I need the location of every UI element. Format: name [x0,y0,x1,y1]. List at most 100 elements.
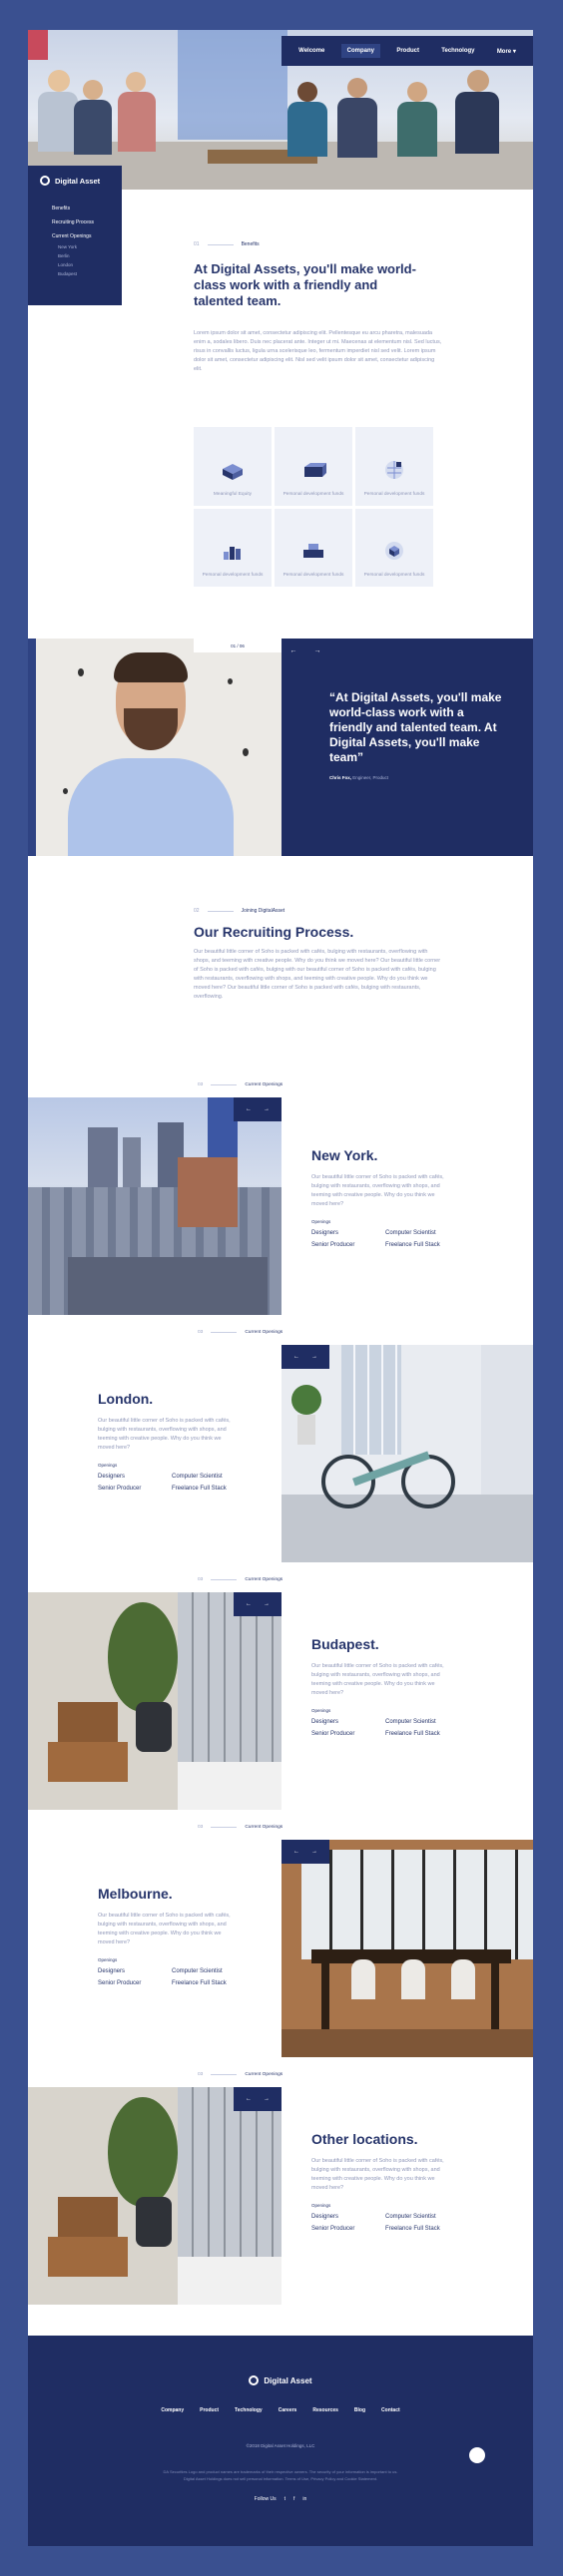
footer-link-technology[interactable]: Technology [235,2407,263,2413]
top-nav: Welcome Company Product Technology More … [282,36,533,66]
sidebar-sub-london[interactable]: London [58,262,122,267]
london-photo [282,1345,533,1562]
crumb-number: 03 [198,1082,204,1087]
benefit-label: Personal development funds [363,491,425,497]
nav-welcome[interactable]: Welcome [292,44,330,58]
role-link[interactable]: Designers [311,1719,385,1725]
melbourne-arrows: ← → [282,1840,329,1864]
arrow-right-icon[interactable]: → [305,639,329,662]
footer-copyright: ©2018 Digital Asset Holdings, LLC [246,2443,315,2448]
role-link[interactable]: Senior Producer [311,1731,385,1737]
footer-link-careers[interactable]: Careers [279,2407,297,2413]
role-link[interactable]: Senior Producer [311,1242,385,1248]
arrow-left-icon[interactable]: ← [246,1106,252,1112]
equity-icon [223,463,243,480]
pager-count: 01 / 06 [194,639,282,652]
intro-body: Lorem ipsum dolor sit amet, consectetur … [194,330,442,372]
arrow-left-icon[interactable]: ← [282,639,305,662]
openings-label: Openings [311,2203,331,2208]
role-link[interactable]: Senior Producer [311,2226,385,2232]
roles-list: Designers Computer Scientist Senior Prod… [98,1474,246,1492]
role-link[interactable]: Computer Scientist [172,1474,246,1480]
footer-social: Follow Us t f in [28,2496,533,2502]
role-link[interactable]: Computer Scientist [385,1230,459,1236]
recruiting-title: Our Recruiting Process. [194,924,354,940]
scroll-top-button[interactable] [469,2447,485,2463]
role-link[interactable]: Freelance Full Stack [172,1980,246,1986]
linkedin-icon[interactable]: in [302,2496,306,2502]
role-link[interactable]: Computer Scientist [385,1719,459,1725]
role-link[interactable]: Freelance Full Stack [385,1242,459,1248]
footer-brand[interactable]: Digital Asset [28,2375,533,2385]
logo-icon [40,176,50,186]
role-link[interactable]: Freelance Full Stack [385,2226,459,2232]
author-name: Chris Fox, [329,775,352,780]
footer-link-product[interactable]: Product [200,2407,219,2413]
footer-link-company[interactable]: Company [161,2407,184,2413]
arrow-left-icon[interactable]: ← [293,1354,299,1360]
testimonial-pager: 01 / 06 [194,639,282,652]
city-description: Our beautiful little corner of Soho is p… [98,1913,231,1945]
budapest-photo [28,1592,282,1810]
new-york-info: New York. Our beautiful little corner of… [311,1147,459,1248]
sidebar-item-openings[interactable]: Current Openings [52,233,122,239]
recruiting-breadcrumb: 02 Joining DigitalAsset [194,908,284,914]
new-york-arrows: ← → [234,1097,282,1121]
role-link[interactable]: Designers [311,1230,385,1236]
arrow-left-icon[interactable]: ← [293,1849,299,1855]
footer-link-resources[interactable]: Resources [312,2407,338,2413]
role-link[interactable]: Computer Scientist [172,1968,246,1974]
other-locations-info: Other locations. Our beautiful little co… [311,2131,459,2232]
role-link[interactable]: Senior Producer [98,1980,172,1986]
role-link[interactable]: Designers [98,1968,172,1974]
sidebar-item-recruiting[interactable]: Recruiting Process [52,219,122,225]
london-arrows: ← → [282,1345,329,1369]
arrow-right-icon[interactable]: → [264,1601,270,1607]
role-link[interactable]: Freelance Full Stack [385,1731,459,1737]
footer-link-blog[interactable]: Blog [354,2407,365,2413]
sidebar-sub-budapest[interactable]: Budapest [58,271,122,276]
roles-list: Designers Computer Scientist Senior Prod… [311,2214,459,2232]
twitter-icon[interactable]: t [284,2496,285,2502]
sidebar-sub-new-york[interactable]: New York [58,244,122,249]
arrow-right-icon[interactable]: → [311,1849,317,1855]
city-title: New York. [311,1147,378,1163]
sidebar-brand[interactable]: Digital Asset [28,166,122,186]
nav-technology[interactable]: Technology [435,44,480,58]
city-description: Our beautiful little corner of Soho is p… [98,1418,231,1451]
melbourne-info: Melbourne. Our beautiful little corner o… [98,1886,246,1986]
role-link[interactable]: Computer Scientist [385,2214,459,2220]
nav-more[interactable]: More ▾ [491,44,522,59]
arrow-right-icon[interactable]: → [311,1354,317,1360]
footer-legal: DA Securities Logo and product names are… [163,2469,398,2481]
role-link[interactable]: Designers [311,2214,385,2220]
nav-product[interactable]: Product [390,44,425,58]
city-title: London. [98,1391,154,1407]
sidebar-sub-berlin[interactable]: Berlin [58,253,122,258]
footer-link-contact[interactable]: Contact [381,2407,400,2413]
chevron-down-icon: ▾ [512,48,516,55]
openings-breadcrumb: 03 Current Openings [198,1330,282,1335]
crumb-number: 03 [198,1330,204,1335]
openings-label: Openings [311,1219,331,1224]
role-link[interactable]: Designers [98,1474,172,1480]
quote-arrows: ← → [282,639,329,662]
logo-icon [249,2375,260,2385]
arrow-right-icon[interactable]: → [264,2096,270,2102]
sidebar-item-benefits[interactable]: Benefits [52,206,122,212]
openings-breadcrumb: 03 Current Openings [198,1577,282,1582]
benefit-tile: Personal development funds [355,427,433,506]
city-title: Budapest. [311,1636,379,1652]
testimonial-byline: Chris Fox, Engineer, Product [329,775,503,780]
role-link[interactable]: Senior Producer [98,1486,172,1492]
arrow-left-icon[interactable]: ← [246,2096,252,2102]
intro-title: At Digital Assets, you'll make world-cla… [194,261,416,308]
arrow-left-icon[interactable]: ← [246,1601,252,1607]
role-link[interactable]: Freelance Full Stack [172,1486,246,1492]
footer-links: Company Product Technology Careers Resou… [28,2407,533,2413]
facebook-icon[interactable]: f [293,2496,294,2502]
arrow-right-icon[interactable]: → [264,1106,270,1112]
footer-brand-name: Digital Asset [264,2375,312,2385]
nav-company[interactable]: Company [340,44,381,58]
intro-breadcrumb: 01 Benefits [194,241,260,247]
